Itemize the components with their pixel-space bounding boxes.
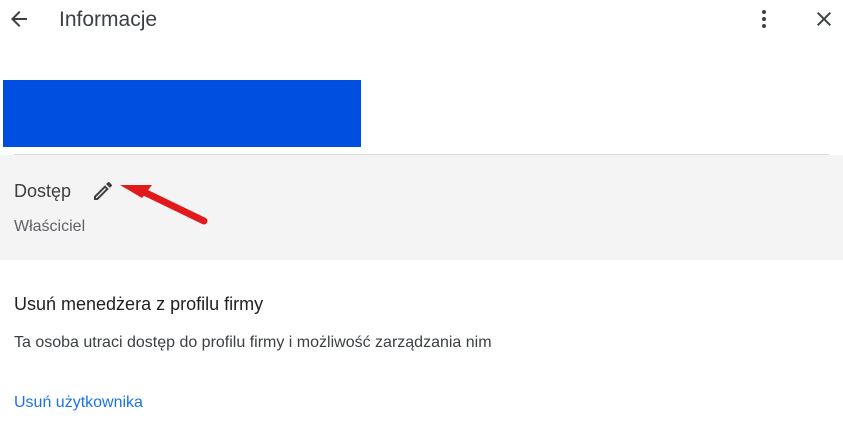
top-bar: Informacje — [0, 0, 843, 40]
red-arrow-annotation — [120, 185, 208, 225]
redacted-user-info — [3, 80, 361, 147]
more-vert-icon — [762, 10, 766, 28]
remove-manager-description: Ta osoba utraci dostęp do profilu firmy … — [14, 334, 492, 351]
close-button[interactable] — [809, 4, 839, 34]
page-title: Informacje — [59, 8, 158, 31]
back-button[interactable] — [4, 4, 34, 34]
arrow-back-icon — [11, 11, 27, 27]
access-label: Dostęp — [14, 181, 72, 201]
more-options-button[interactable] — [750, 4, 778, 34]
access-role-value: Właściciel — [14, 218, 86, 235]
remove-user-link[interactable]: Usuń użytkownika — [14, 393, 143, 413]
remove-manager-title: Usuń menedżera z profilu firmy — [14, 294, 264, 314]
close-icon — [817, 12, 831, 26]
